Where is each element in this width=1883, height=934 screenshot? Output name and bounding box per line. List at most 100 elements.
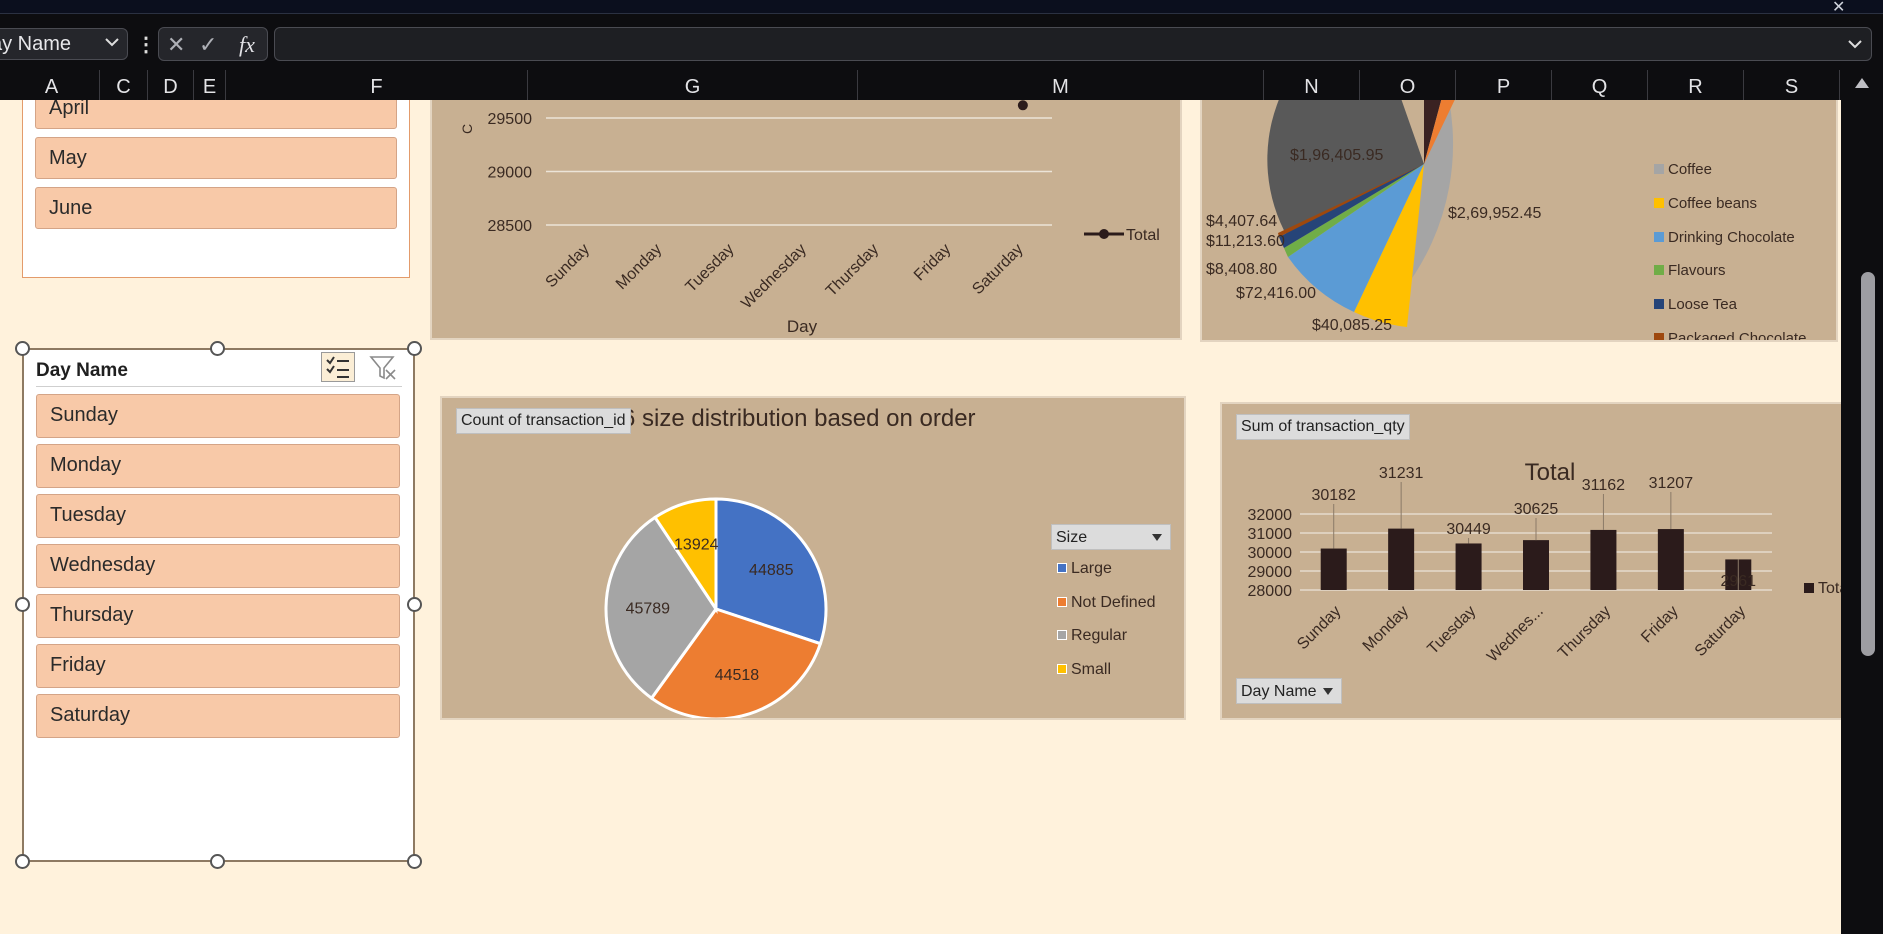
- legend-item-small[interactable]: Small: [1057, 661, 1111, 679]
- x-tick-label: Tuesday: [683, 241, 738, 296]
- legend-swatch: [1057, 597, 1067, 607]
- resize-handle[interactable]: [407, 597, 422, 612]
- legend-label: Small: [1071, 661, 1112, 678]
- column-header[interactable]: A: [4, 70, 100, 100]
- insert-function-icon[interactable]: fx: [239, 32, 255, 58]
- column-header[interactable]: O: [1360, 70, 1456, 100]
- line-chart-plot: C 28500 29000 29500 Sunday Monday Tuesday Wed…: [459, 100, 1160, 336]
- column-header[interactable]: F: [226, 70, 528, 100]
- x-axis-ticks: Sunday Monday Tuesday Wednes... Thursday Frid…: [1294, 603, 1749, 666]
- scroll-up-icon[interactable]: [1853, 76, 1871, 90]
- y-tick-label: 31000: [1248, 526, 1293, 543]
- column-header[interactable]: S: [1744, 70, 1840, 100]
- resize-handle[interactable]: [15, 341, 30, 356]
- legend-swatch: [1654, 198, 1664, 208]
- x-axis-ticks: Sunday Monday Tuesday Wednesday Thursday Frid…: [543, 241, 1027, 313]
- legend-label: Drinking Chocolate: [1668, 229, 1795, 246]
- size-pie-chart[interactable]: 6 size distribution based on order 44885…: [440, 396, 1186, 721]
- name-box[interactable]: ay Name: [0, 28, 128, 60]
- chevron-down-icon[interactable]: [103, 33, 121, 51]
- slicer-item-tuesday[interactable]: Tuesday: [36, 494, 400, 538]
- count-transaction-id-field-button[interactable]: Count of transaction_id: [456, 408, 631, 434]
- column-header[interactable]: P: [1456, 70, 1552, 100]
- formula-input[interactable]: [274, 27, 1872, 61]
- legend-item-not-defined[interactable]: Not Defined: [1057, 594, 1156, 612]
- pie-legend: Coffee Coffee beans Drinking Chocolate F…: [1654, 161, 1806, 347]
- bar-data-label: 30449: [1446, 521, 1491, 538]
- x-tick-label: Thursday: [823, 241, 882, 300]
- expand-formula-icon[interactable]: [1845, 34, 1865, 54]
- legend-label: Coffee beans: [1668, 195, 1757, 212]
- column-header[interactable]: N: [1264, 70, 1360, 100]
- cancel-icon[interactable]: ✕: [167, 32, 185, 58]
- resize-handle[interactable]: [407, 341, 422, 356]
- more-options-icon[interactable]: ⋮: [136, 32, 156, 57]
- y-axis-ticks: 28000 29000 30000 31000 32000: [1248, 507, 1293, 600]
- resize-handle[interactable]: [210, 341, 225, 356]
- column-header[interactable]: M: [858, 70, 1264, 100]
- size-filter-button[interactable]: Size: [1051, 524, 1171, 550]
- enter-icon[interactable]: ✓: [199, 32, 217, 58]
- slicer-item-sunday[interactable]: Sunday: [36, 394, 400, 438]
- data-label: $1,96,405.95: [1290, 147, 1384, 164]
- legend-swatch: [1654, 232, 1664, 242]
- y-axis-ticks: 28500 29000 29500: [488, 111, 533, 235]
- day-name-slicer[interactable]: Day Name Sunday Monday Tuesday Wednesday…: [22, 348, 415, 862]
- column-header[interactable]: D: [148, 70, 194, 100]
- legend-label: Not Defined: [1071, 594, 1156, 611]
- sum-transaction-qty-field-button[interactable]: Sum of transaction_qty: [1236, 414, 1410, 440]
- chart-title: 6 size distribution based on order: [622, 405, 976, 432]
- resize-handle[interactable]: [210, 854, 225, 869]
- legend-swatch: [1654, 164, 1664, 174]
- column-header[interactable]: Q: [1552, 70, 1648, 100]
- slicer-item-thursday[interactable]: Thursday: [36, 594, 400, 638]
- slicer-item-april[interactable]: April: [35, 100, 397, 129]
- legend-label: Large: [1071, 560, 1112, 577]
- bar-data-label: 31231: [1379, 465, 1424, 482]
- resize-handle[interactable]: [407, 854, 422, 869]
- slicer-item-wednesday[interactable]: Wednesday: [36, 544, 400, 588]
- slicer-header-divider: [36, 386, 402, 387]
- column-header[interactable]: E: [194, 70, 226, 100]
- resize-handle[interactable]: [15, 854, 30, 869]
- bar: [1455, 543, 1482, 590]
- slicer-item-saturday[interactable]: Saturday: [36, 694, 400, 738]
- slicer-item-may[interactable]: May: [35, 137, 397, 179]
- pie-data-label: 44885: [749, 562, 794, 579]
- resize-handle[interactable]: [15, 597, 30, 612]
- bar: [1320, 548, 1347, 590]
- line-chart[interactable]: C 28500 29000 29500 Sunday Monday Tuesday Wed…: [430, 100, 1182, 340]
- legend-item-regular[interactable]: Regular: [1057, 627, 1127, 645]
- slicer-item-june[interactable]: June: [35, 187, 397, 229]
- pie-data-label: 13924: [674, 537, 719, 554]
- x-tick-label: Thursday: [1555, 603, 1614, 662]
- day-name-axis-button[interactable]: Day Name: [1236, 678, 1342, 704]
- category-pie-chart[interactable]: $1,96,405.95 $2,69,952.45 $4,407.64 $11,…: [1200, 100, 1838, 347]
- bar-data-label: 30182: [1311, 487, 1356, 504]
- legend-swatch: [1804, 583, 1814, 593]
- legend-item-large[interactable]: Large: [1057, 560, 1112, 578]
- x-tick-label: Wednes...: [1484, 603, 1547, 666]
- column-header[interactable]: R: [1648, 70, 1744, 100]
- pie-data-label: 44518: [715, 667, 760, 684]
- data-label: $11,213.60: [1206, 233, 1285, 250]
- x-tick-label: Saturday: [1692, 603, 1749, 660]
- x-tick-label: Sunday: [1294, 603, 1344, 653]
- multi-select-icon[interactable]: [321, 352, 355, 382]
- column-header[interactable]: G: [528, 70, 858, 100]
- x-tick-label: Monday: [613, 241, 665, 293]
- legend-label: Total: [1818, 580, 1841, 597]
- scrollbar-thumb[interactable]: [1861, 272, 1875, 656]
- bar: [1388, 528, 1415, 590]
- slicer-item-friday[interactable]: Friday: [36, 644, 400, 688]
- clear-filter-icon[interactable]: [368, 354, 400, 384]
- y-tick-label: 28500: [488, 218, 533, 235]
- y-tick-label: 29000: [488, 165, 533, 182]
- qty-bar-chart[interactable]: Total 28000 29000 30000 31000 32000 30182 312…: [1220, 402, 1841, 720]
- column-header[interactable]: C: [100, 70, 148, 100]
- data-label: $8,408.80: [1206, 261, 1277, 278]
- column-headers: A C D E F G M N O P Q R S: [0, 70, 1883, 100]
- dropdown-arrow-icon: [1323, 688, 1333, 695]
- vertical-scrollbar[interactable]: [1841, 70, 1883, 934]
- slicer-item-monday[interactable]: Monday: [36, 444, 400, 488]
